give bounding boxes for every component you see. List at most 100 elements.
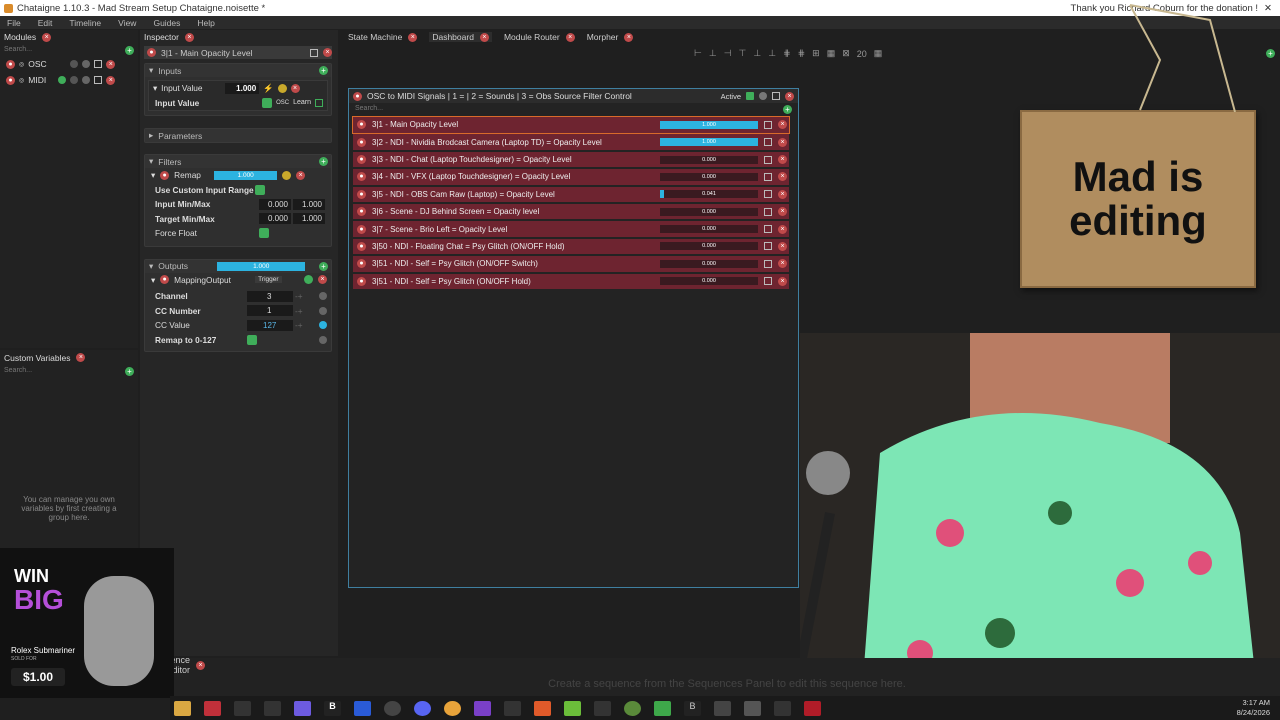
enable-icon[interactable]: ● — [357, 241, 366, 251]
enable-icon[interactable]: ● — [357, 189, 366, 199]
close-icon[interactable]: × — [565, 32, 575, 42]
delete-icon[interactable]: × — [778, 137, 787, 147]
parameters-title[interactable]: Parameters — [158, 131, 202, 141]
color-swatch[interactable] — [764, 225, 772, 234]
distribute-v-icon[interactable]: ⋕ — [798, 48, 806, 59]
align-center-icon[interactable]: ⊥ — [709, 48, 717, 59]
voicemeeter-icon[interactable] — [204, 700, 221, 716]
action-row[interactable]: ● 3|6 - Scene - DJ Behind Screen = Opacit… — [353, 203, 789, 220]
enable-icon[interactable]: ● — [160, 275, 170, 285]
close-icon[interactable]: × — [479, 32, 489, 42]
play-icon[interactable] — [654, 700, 671, 716]
discord-icon[interactable] — [414, 700, 431, 716]
app-icon[interactable] — [744, 700, 761, 716]
clock[interactable]: 3:17 AM 8/24/2026 — [1237, 698, 1270, 718]
enable-icon[interactable]: ● — [357, 207, 366, 217]
align-top-icon[interactable]: ⊤ — [739, 48, 747, 59]
color-swatch[interactable] — [764, 155, 772, 164]
delete-icon[interactable]: × — [778, 189, 787, 199]
collapse-icon[interactable]: ▾ — [149, 65, 153, 76]
link-icon[interactable] — [319, 292, 327, 301]
action-row[interactable]: ● 3|1 - Main Opacity Level 1.000 × — [352, 116, 790, 134]
delete-icon[interactable]: × — [778, 120, 787, 130]
app-icon[interactable] — [474, 700, 491, 716]
active-checkbox[interactable] — [746, 92, 754, 100]
delete-icon[interactable]: × — [785, 91, 794, 101]
use-custom-range-checkbox[interactable] — [254, 184, 265, 195]
close-icon[interactable]: × — [196, 660, 205, 670]
enable-icon[interactable]: ● — [357, 155, 366, 165]
color-swatch[interactable] — [310, 48, 318, 57]
close-icon[interactable]: × — [76, 353, 86, 362]
action-row[interactable]: ● 3|3 - NDI - Chat (Laptop Touchdesigner)… — [353, 151, 789, 168]
close-icon[interactable]: ✕ — [1264, 3, 1272, 14]
align-left-icon[interactable]: ⊢ — [694, 48, 702, 59]
add-input-button[interactable]: + — [319, 66, 328, 75]
delete-icon[interactable]: × — [778, 259, 787, 269]
collapse-icon[interactable]: ▾ — [149, 156, 153, 167]
add-output-button[interactable]: + — [319, 261, 328, 271]
action-row[interactable]: ● 3|51 - NDI - Self = Psy Glitch (ON/OFF … — [353, 256, 789, 272]
delete-icon[interactable]: × — [778, 276, 787, 286]
align-middle-icon[interactable]: ⊥ — [753, 48, 761, 59]
node-search[interactable]: Search... — [355, 105, 383, 115]
tab-morpher[interactable]: Morpher — [587, 32, 619, 42]
close-icon[interactable]: × — [42, 32, 52, 42]
input-toggle[interactable] — [262, 97, 273, 108]
cc-number-field[interactable]: 1 — [247, 305, 293, 317]
color-swatch[interactable] — [764, 120, 772, 129]
module-midi[interactable]: ● ◎ MIDI × — [0, 72, 138, 88]
color-swatch[interactable] — [764, 242, 772, 251]
input-min-field[interactable]: 0.000 — [259, 198, 291, 210]
menu-timeline[interactable]: Timeline — [69, 18, 101, 28]
action-row[interactable]: ● 3|50 - NDI - Floating Chat = Psy Glitch… — [353, 238, 789, 255]
grid-toggle-icon[interactable]: ▦ — [874, 48, 883, 59]
settings-icon[interactable] — [304, 275, 313, 285]
app-icon[interactable] — [804, 700, 821, 716]
module-osc[interactable]: ● ◎ OSC × — [0, 56, 138, 72]
enable-icon[interactable]: ● — [357, 224, 366, 234]
collapse-icon[interactable]: ▾ — [151, 170, 155, 180]
add-group-button[interactable]: + — [125, 367, 134, 376]
action-row[interactable]: ● 3|2 - NDI - Nividia Brodcast Camera (La… — [353, 134, 789, 150]
align-bottom-icon[interactable]: ⊥ — [768, 48, 776, 59]
delete-icon[interactable]: × — [296, 170, 306, 180]
trigger-button[interactable]: Trigger — [255, 276, 282, 284]
x-icon[interactable] — [264, 700, 281, 716]
tab-dashboard[interactable]: Dashboard — [432, 32, 474, 42]
color-swatch[interactable] — [764, 172, 772, 181]
learn-checkbox[interactable] — [315, 98, 323, 107]
state-node[interactable]: ● OSC to MIDI Signals | 1 = | 2 = Sounds … — [348, 88, 799, 588]
delete-icon[interactable]: × — [778, 155, 787, 165]
delete-icon[interactable]: × — [778, 207, 787, 217]
enable-icon[interactable]: ● — [357, 259, 366, 269]
app-icon[interactable] — [564, 700, 581, 716]
enable-icon[interactable]: ● — [353, 91, 362, 101]
force-float-checkbox[interactable] — [259, 228, 269, 239]
menu-guides[interactable]: Guides — [153, 18, 180, 28]
app-icon[interactable] — [594, 700, 611, 716]
menu-view[interactable]: View — [118, 18, 136, 28]
enable-icon[interactable]: ● — [147, 48, 156, 57]
collapse-icon[interactable]: ▾ — [149, 261, 153, 272]
app-icon[interactable] — [714, 700, 731, 716]
disable-icon[interactable]: ● — [6, 75, 15, 85]
tab-module-router[interactable]: Module Router — [504, 32, 560, 42]
settings-icon[interactable] — [277, 83, 287, 93]
settings-icon[interactable] — [282, 170, 292, 180]
remap-0-127-checkbox[interactable] — [247, 334, 257, 345]
color-swatch[interactable] — [764, 138, 772, 147]
color-swatch[interactable] — [764, 207, 772, 216]
color-swatch[interactable] — [772, 92, 780, 100]
delete-icon[interactable]: × — [778, 241, 787, 251]
input-value-field[interactable]: 1.000 — [225, 82, 260, 94]
snap-icon[interactable]: ⊠ — [842, 48, 850, 59]
b-icon[interactable]: B — [684, 700, 701, 716]
app-icon[interactable] — [354, 700, 371, 716]
link-icon[interactable] — [319, 335, 327, 344]
delete-icon[interactable]: × — [290, 83, 300, 93]
learn-button[interactable]: Learn — [293, 99, 311, 106]
enable-icon[interactable]: ● — [357, 172, 366, 182]
collapse-icon[interactable]: ▾ — [151, 275, 155, 285]
tab-state-machine[interactable]: State Machine — [348, 32, 402, 42]
